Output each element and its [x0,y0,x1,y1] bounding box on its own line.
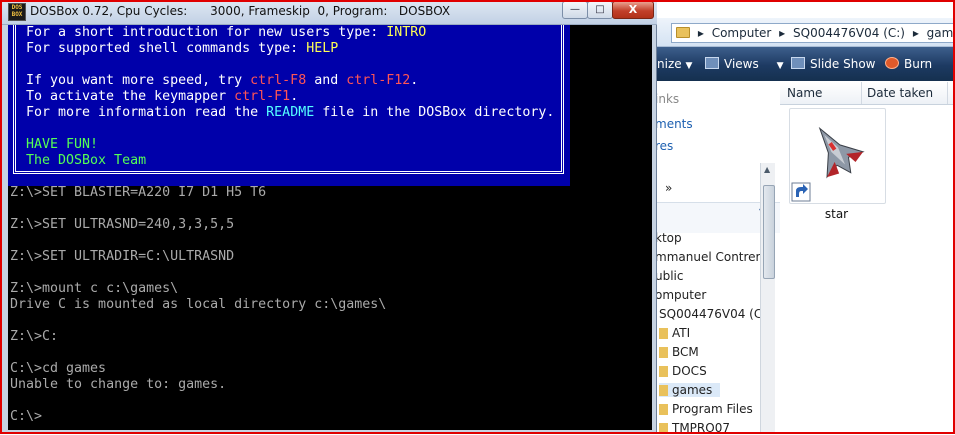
banner-line: The DOSBox Team [26,153,147,168]
tree-item-selected[interactable]: games [659,383,721,397]
column-divider[interactable] [861,82,862,104]
tree-item[interactable]: ublic [655,269,684,283]
console-line: Z:\>mount c c:\games\ [10,281,179,296]
console-line: C:\>cd games [10,361,107,376]
folder-icon [659,423,668,434]
breadcrumb[interactable]: ▸ Computer ▸ SQ004476V04 (C:) ▸ games [671,23,955,43]
file-name[interactable]: star [789,207,884,221]
console-line: Z:\>C: [10,329,59,344]
burn-button[interactable]: Burn [885,57,932,71]
nav-more[interactable]: » [665,181,672,195]
welcome-banner: For a short introduction for new users t… [8,25,570,186]
folder-icon [676,27,690,38]
minimize-icon: — [570,4,580,15]
console-line: Z:\>SET BLASTER=A220 I7 D1 H5 T6 [10,185,267,200]
file-thumbnail[interactable] [789,108,886,204]
nav-documents[interactable]: ments [655,117,693,131]
spaceship-icon [791,126,865,202]
breadcrumb-sep: ▸ [779,26,786,40]
views-icon [705,57,719,69]
views-label: Views [724,57,759,71]
console-line: Drive C is mounted as local directory c:… [10,297,387,312]
nav-pictures[interactable]: res [655,139,673,153]
tree-item[interactable]: Program Files [659,402,753,416]
breadcrumb-drive[interactable]: SQ004476V04 (C:) [793,26,905,40]
scrollbar-thumb[interactable] [763,185,775,279]
folder-icon [659,328,668,339]
console-line: Z:\>SET ULTRADIR=C:\ULTRASND [10,249,235,264]
breadcrumb-computer[interactable]: Computer [712,26,772,40]
breadcrumb-sep: ▸ [697,26,704,40]
minimize-button[interactable]: — [562,1,588,19]
tree-item-label: BCM [672,345,699,359]
tree-item-label: TMPRO07 [672,421,730,435]
views-button[interactable]: Views ▼ [705,57,783,71]
banner-line: HAVE FUN! [26,137,99,152]
maximize-icon: □ [595,4,605,15]
breadcrumb-sep: ▸ [912,26,919,40]
tree-item-label: Program Files [672,402,753,416]
explorer-window: ▸ Computer ▸ SQ004476V04 (C:) ▸ games ni… [655,0,955,435]
tree-item[interactable]: BCM [659,345,699,359]
tree-item-label: ATI [672,326,691,340]
scroll-up-icon[interactable]: ▲ [764,165,770,174]
title-bar[interactable]: DOS BOX DOSBox 0.72, Cpu Cycles: 3000, Fr… [0,0,657,25]
slideshow-button[interactable]: Slide Show [791,57,875,71]
column-date-taken[interactable]: Date taken [867,86,933,100]
banner-line: If you want more speed, try ctrl-F8 and … [26,73,419,88]
tree-item-label: games [672,383,713,397]
tree-item[interactable]: TMPRO07 [659,421,730,435]
breadcrumb-games[interactable]: games [927,26,954,40]
organize-button[interactable]: nize ▼ [657,57,692,71]
dosbox-app-icon[interactable]: DOS BOX [8,3,26,21]
window-title: DOSBox 0.72, Cpu Cycles: 3000, Frameskip… [30,4,451,18]
maximize-button[interactable]: □ [587,1,613,19]
tree-scrollbar[interactable]: ▲ [760,163,775,434]
banner-line: For a short introduction for new users t… [26,25,427,40]
tree-item[interactable]: mmanuel Contreras [655,250,774,264]
console-line: Z:\>SET ULTRASND=240,3,3,5,5 [10,217,235,232]
folder-icon [659,385,668,396]
burn-icon [885,57,899,69]
tree-item[interactable]: ATI [659,326,690,340]
console-line: Unable to change to: games. [10,377,227,392]
close-icon: X [628,3,638,16]
burn-label: Burn [904,57,933,71]
command-prompt[interactable]: C:\> [10,409,42,425]
banner-line: For supported shell commands type: HELP [26,41,339,56]
folder-icon [659,366,668,377]
banner-line: To activate the keymapper ctrl-F1. [26,89,299,104]
close-button[interactable]: X [612,1,654,19]
folder-icon [659,404,668,415]
tree-item-label: DOCS [672,364,707,378]
slideshow-label: Slide Show [810,57,876,71]
shortcut-overlay [791,182,811,202]
tree-item[interactable]: ktop [655,231,682,245]
column-divider[interactable] [947,82,948,104]
dosbox-window: DOS BOX DOSBox 0.72, Cpu Cycles: 3000, Fr… [0,0,657,434]
dropdown-arrow-icon: ▼ [776,61,784,71]
slideshow-icon [791,57,805,69]
tree-item[interactable]: SQ004476V04 (C:) [659,307,771,321]
dos-console[interactable]: For a short introduction for new users t… [8,25,652,430]
dropdown-arrow-icon: ▼ [685,61,693,71]
address-bar[interactable]: ▸ Computer ▸ SQ004476V04 (C:) ▸ games [655,18,955,47]
tree-item[interactable]: DOCS [659,364,707,378]
organize-label: nize [657,57,682,71]
explorer-toolbar: nize ▼ Views ▼ Slide Show Burn [655,47,955,81]
tree-item[interactable]: omputer [655,288,706,302]
folder-icon [659,347,668,358]
column-name[interactable]: Name [787,86,822,100]
banner-line: For more information read the README fil… [26,105,555,120]
nav-links[interactable]: inks [655,92,679,106]
column-header: Name Date taken [780,82,955,105]
